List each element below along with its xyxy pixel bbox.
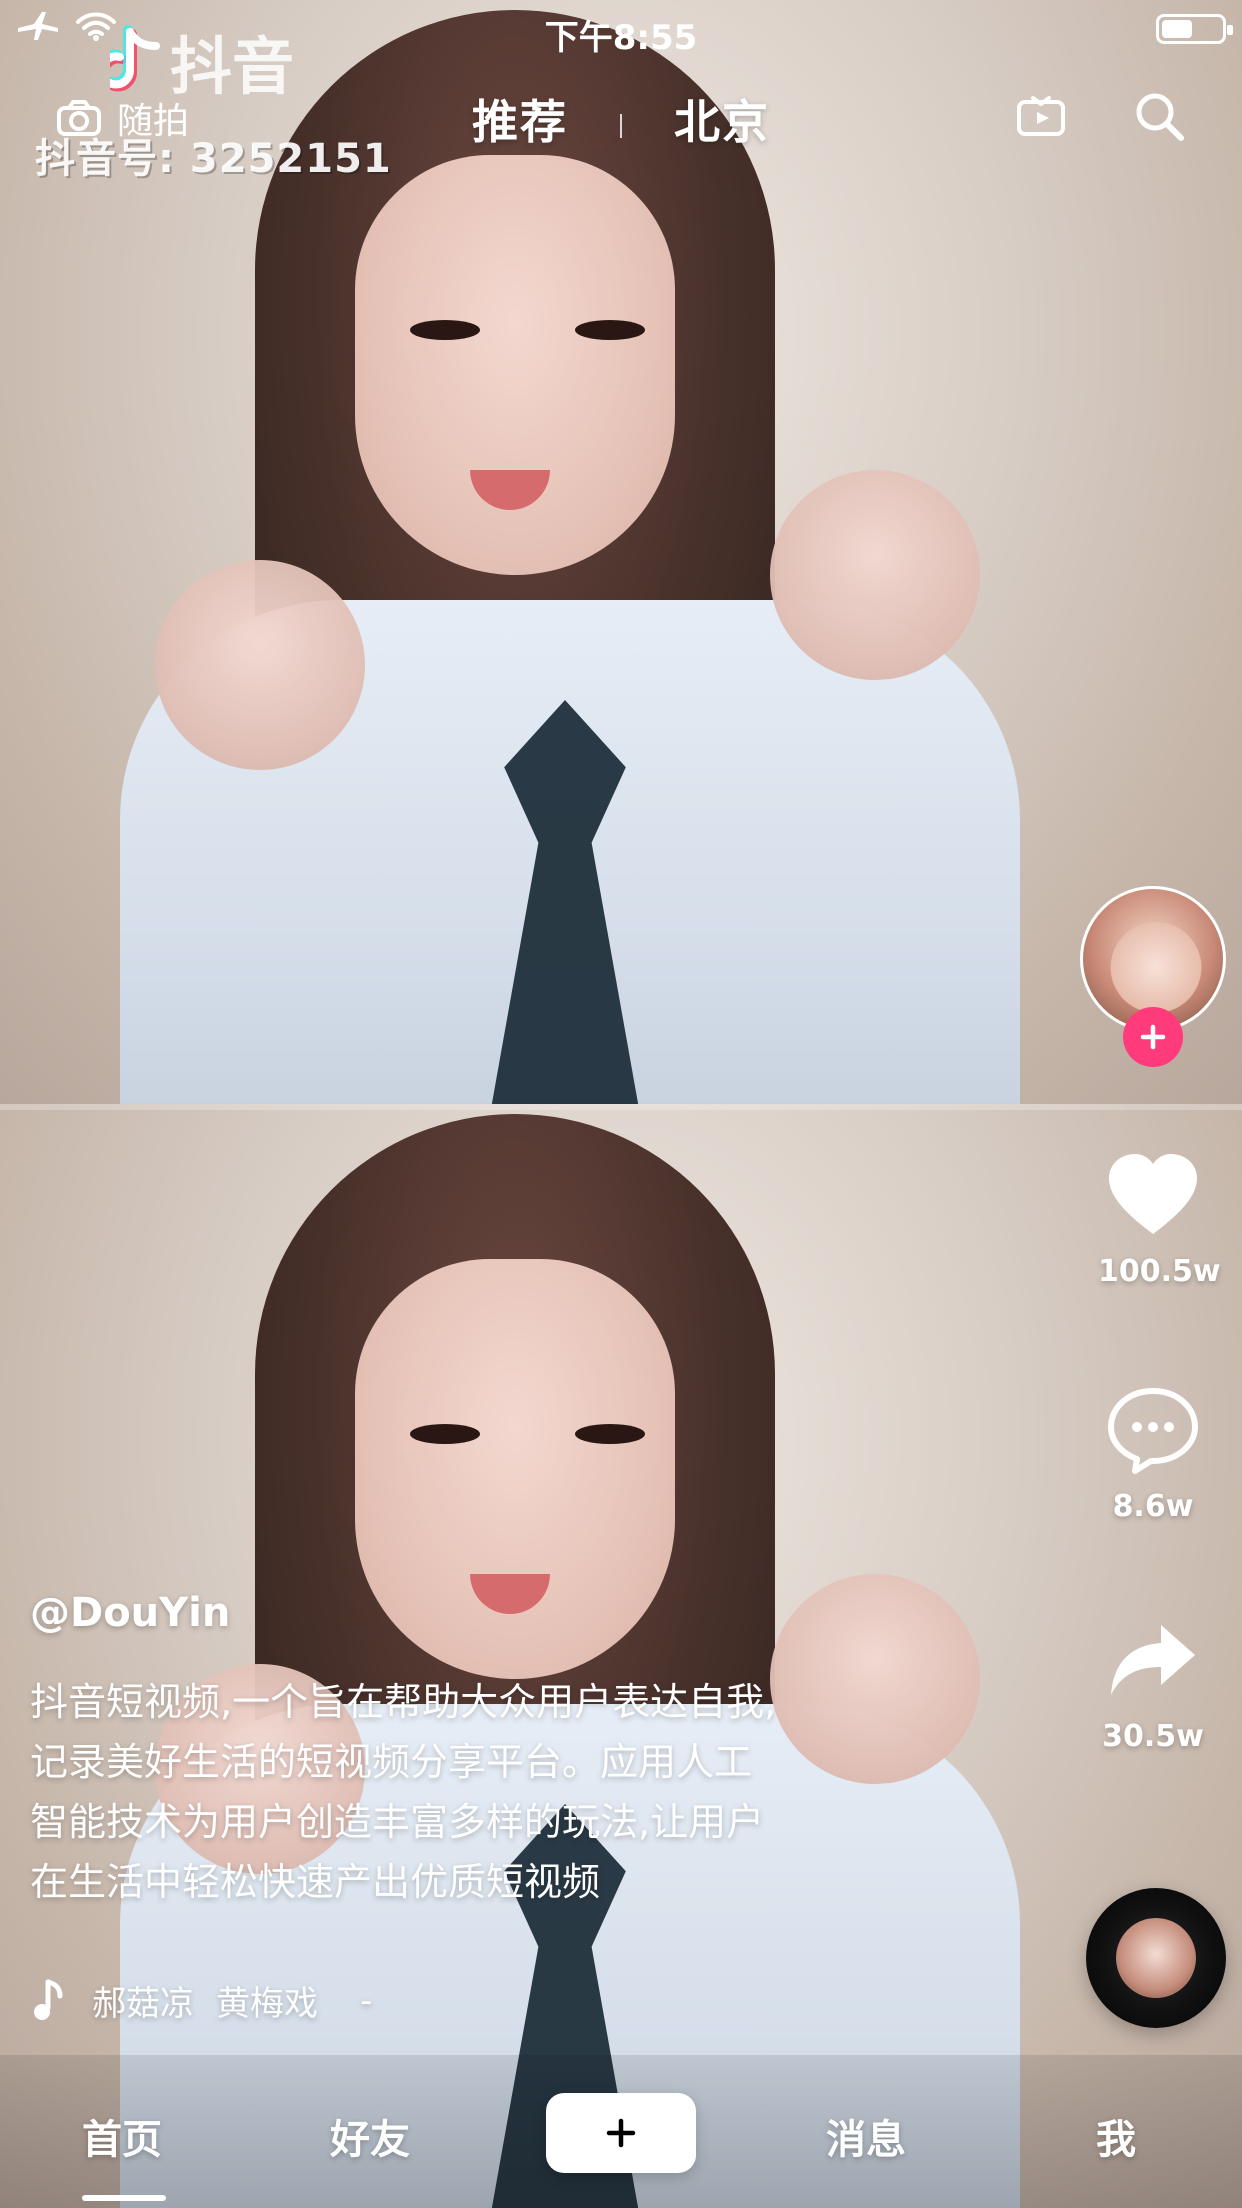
battery-icon: [1156, 14, 1233, 44]
tab-messages[interactable]: 消息: [826, 2107, 906, 2165]
share-button[interactable]: 30.5w: [1098, 1615, 1208, 1754]
tab-separator: [620, 113, 622, 138]
plus-icon: [1140, 1024, 1166, 1050]
share-count: 30.5w: [1102, 1719, 1204, 1754]
subject-face: [355, 155, 675, 575]
frame-divider: [0, 1104, 1242, 1110]
music-suffix: -: [360, 1980, 373, 2021]
subject-eye-left: [410, 1424, 480, 1444]
music-note-icon: [34, 1979, 63, 2020]
share-icon: [1111, 1625, 1195, 1695]
search-icon[interactable]: [1131, 88, 1187, 144]
post-caption: @DouYin 抖音短视频,一个旨在帮助大众用户表达自我, 记录美好生活的短视频…: [30, 1590, 890, 1912]
music-artist: 郝菇凉: [92, 1984, 194, 2024]
tab-me[interactable]: 我: [1096, 2107, 1136, 2165]
music-cover: [1116, 1918, 1196, 1998]
subject-hand-left: [155, 560, 365, 770]
tab-friends[interactable]: 好友: [330, 2107, 410, 2165]
subject-eye-left: [410, 320, 480, 340]
tab-home[interactable]: 首页: [82, 2107, 166, 2201]
music-disc[interactable]: [1086, 1888, 1226, 2028]
heart-icon: [1109, 1154, 1197, 1234]
like-count: 100.5w: [1098, 1254, 1221, 1289]
post-description: 抖音短视频,一个旨在帮助大众用户表达自我, 记录美好生活的短视频分享平台。应用人…: [30, 1680, 777, 1904]
tab-beijing[interactable]: 北京: [674, 95, 770, 149]
like-button[interactable]: 100.5w: [1098, 1150, 1221, 1289]
subject-hand-right: [770, 470, 980, 680]
comment-icon: [1108, 1388, 1198, 1474]
creator-avatar-group[interactable]: [1080, 886, 1226, 1067]
live-icon[interactable]: [1013, 92, 1069, 140]
top-right-actions: [1013, 88, 1187, 144]
music-title: 黄梅戏: [216, 1984, 318, 2024]
comment-button[interactable]: 8.6w: [1098, 1385, 1208, 1524]
music-info[interactable]: 郝菇凉 黄梅戏 -: [30, 1976, 372, 2025]
follow-button[interactable]: [1123, 1007, 1183, 1067]
tab-recommend[interactable]: 推荐: [472, 95, 568, 149]
plus-icon: [606, 2118, 636, 2148]
create-button[interactable]: [546, 2093, 696, 2173]
subject-eye-right: [575, 1424, 645, 1444]
comment-count: 8.6w: [1112, 1489, 1194, 1524]
post-handle[interactable]: @DouYin: [30, 1590, 890, 1636]
battery-level: [1162, 20, 1192, 38]
subject-eye-right: [575, 320, 645, 340]
bottom-tab-bar: 首页 好友 消息 我: [0, 2055, 1242, 2208]
